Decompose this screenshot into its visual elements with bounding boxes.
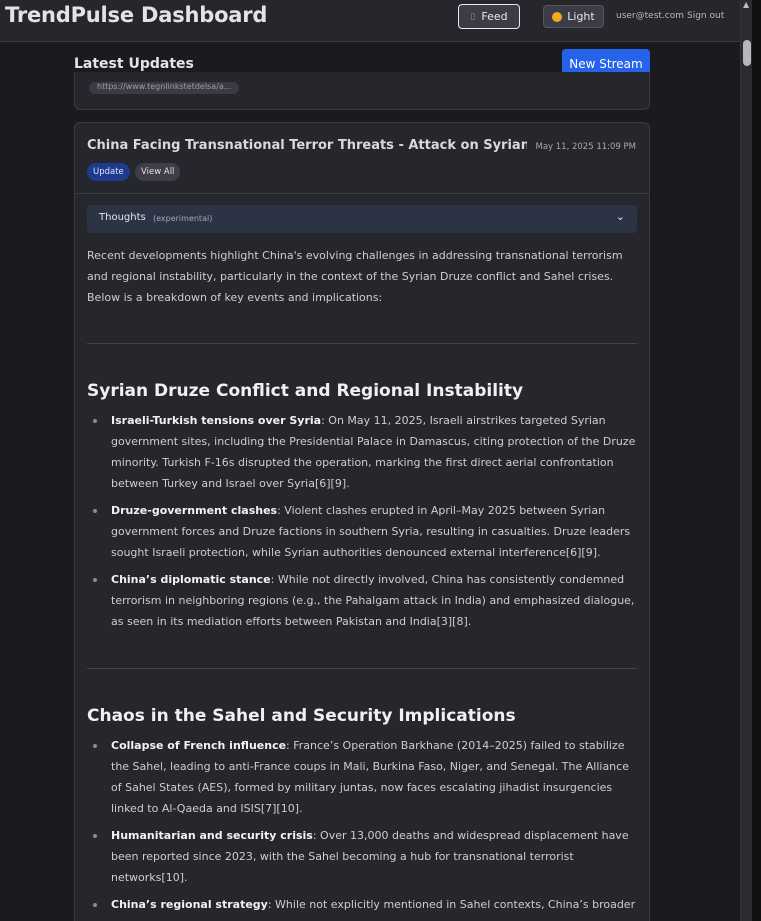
- thoughts-toggle[interactable]: Thoughts (experimental) ⌄: [87, 205, 637, 233]
- section-divider: [87, 343, 637, 344]
- list-item-title: Humanitarian and security crisis: [111, 829, 313, 842]
- top-navbar: TrendPulse Dashboard ▯ Feed Light user@t…: [0, 0, 740, 42]
- list-item-title: China’s diplomatic stance: [111, 573, 271, 586]
- previous-card: https://www.tegnlinkstetdelsa/a...: [74, 72, 650, 110]
- bullet-list: Collapse of French influence: France’s O…: [87, 735, 637, 921]
- list-item-title: Druze-government clashes: [111, 504, 278, 517]
- list-item: Collapse of French influence: France’s O…: [87, 735, 637, 819]
- card-divider: [75, 193, 649, 194]
- list-item-title: Collapse of French influence: [111, 739, 287, 752]
- bullet-list: Israeli-Turkish tensions over Syria: On …: [87, 410, 637, 638]
- user-email: user@test.com: [616, 11, 684, 21]
- feed-button[interactable]: ▯ Feed: [458, 4, 520, 29]
- sun-icon: [552, 11, 563, 22]
- list-item: Druze-government clashes: Violent clashe…: [87, 500, 637, 563]
- card-intro-text: Recent developments highlight China's ev…: [87, 249, 623, 304]
- list-item: Humanitarian and security crisis: Over 1…: [87, 825, 637, 888]
- list-item-title: China’s regional strategy: [111, 898, 268, 911]
- card-title[interactable]: China Facing Transnational Terror Threat…: [87, 138, 527, 153]
- page-scrollbar[interactable]: ▲: [740, 0, 752, 921]
- update-badge: Update: [87, 163, 130, 181]
- scrollbar-thumb[interactable]: [743, 40, 751, 66]
- scroll-up-arrow-icon[interactable]: ▲: [743, 0, 749, 9]
- section-heading: Chaos in the Sahel and Security Implicat…: [87, 706, 516, 726]
- app-brand[interactable]: TrendPulse Dashboard: [5, 3, 267, 27]
- view-all-button[interactable]: View All: [135, 163, 181, 181]
- right-gutter: [752, 0, 761, 921]
- section-title: Latest Updates: [74, 56, 194, 72]
- theme-toggle-button[interactable]: Light: [543, 5, 604, 28]
- feed-icon: ▯: [470, 11, 476, 22]
- sign-out-link[interactable]: Sign out: [687, 11, 724, 21]
- thoughts-label: Thoughts: [99, 212, 146, 223]
- list-item-title: Israeli-Turkish tensions over Syria: [111, 414, 322, 427]
- section-heading: Syrian Druze Conflict and Regional Insta…: [87, 381, 524, 401]
- chevron-down-icon: ⌄: [615, 210, 625, 223]
- thoughts-experimental-note: (experimental): [153, 214, 213, 223]
- section-divider: [87, 668, 637, 669]
- update-card: China Facing Transnational Terror Threat…: [74, 122, 650, 921]
- feed-button-label: Feed: [481, 10, 508, 23]
- list-item: Israeli-Turkish tensions over Syria: On …: [87, 410, 637, 494]
- theme-toggle-label: Light: [567, 10, 595, 23]
- list-item: China’s diplomatic stance: While not dir…: [87, 569, 637, 632]
- source-link-chip[interactable]: https://www.tegnlinkstetdelsa/a...: [89, 82, 240, 94]
- list-item: China’s regional strategy: While not exp…: [87, 894, 637, 921]
- card-timestamp: May 11, 2025 11:09 PM: [535, 142, 637, 152]
